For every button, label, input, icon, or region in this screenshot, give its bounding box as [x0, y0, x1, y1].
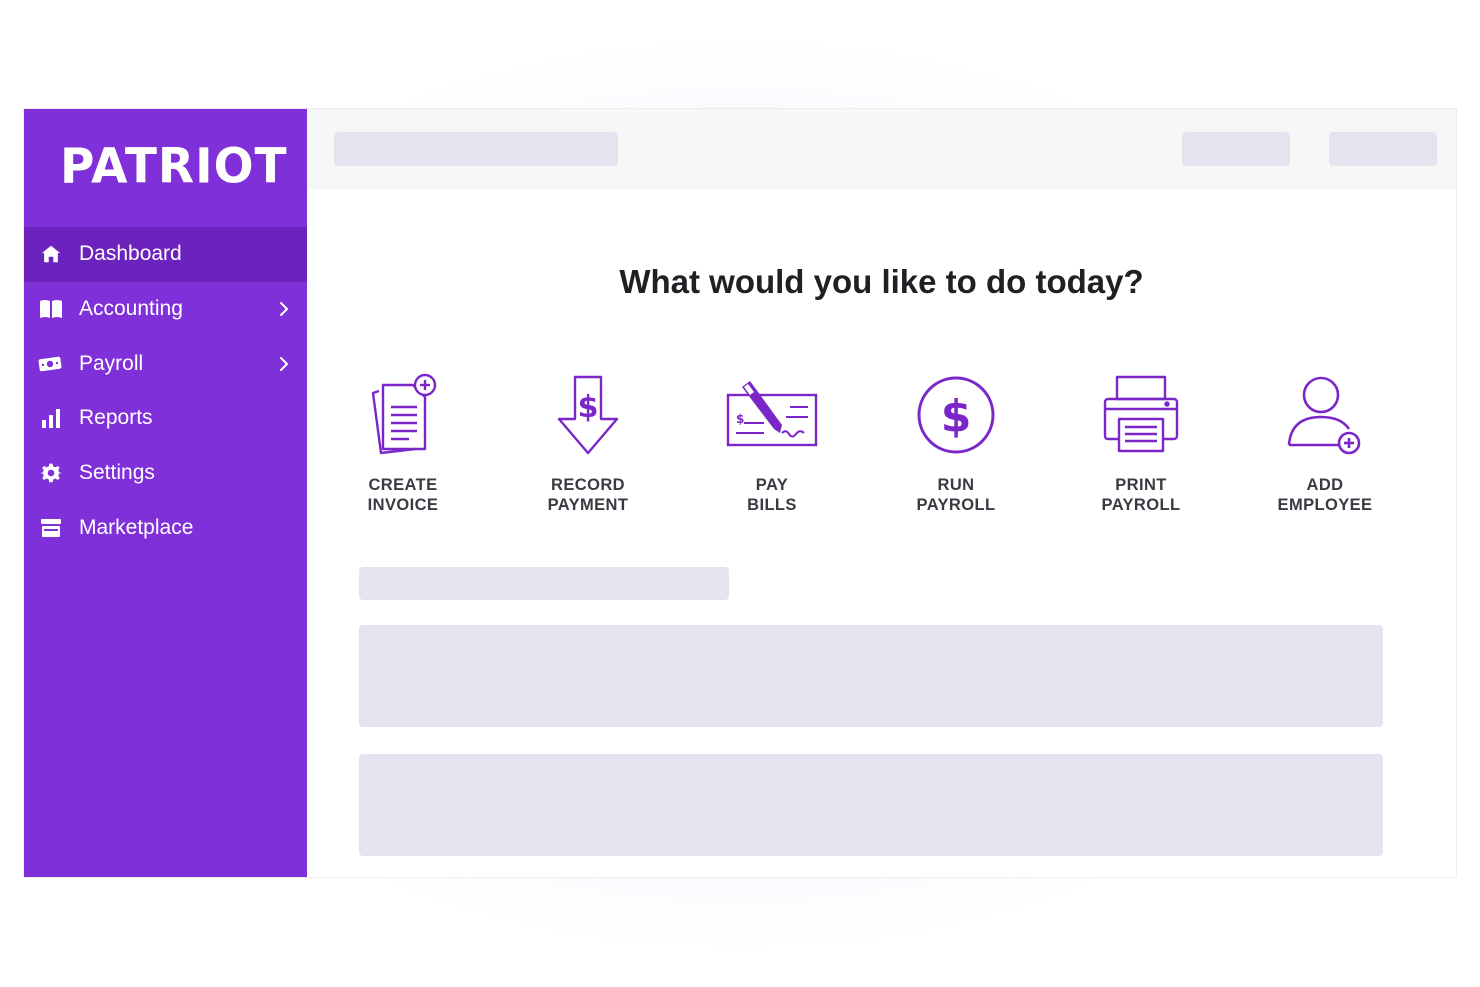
create-invoice-button[interactable]: CREATE INVOICE — [328, 367, 478, 515]
screenshot-stage: PATRIOT Dashboard Accounting Payroll Rep… — [0, 0, 1480, 987]
action-label: PRINT PAYROLL — [1101, 476, 1181, 514]
record-payment-button[interactable]: $ RECORD PAYMENT — [513, 367, 663, 515]
sidebar-item-label: Payroll — [79, 351, 144, 375]
content-card-placeholder — [359, 754, 1383, 856]
bar-chart-icon — [37, 407, 65, 429]
sidebar: PATRIOT Dashboard Accounting Payroll Rep… — [24, 109, 307, 877]
action-label: CREATE INVOICE — [367, 476, 439, 514]
action-label: RUN PAYROLL — [916, 476, 996, 514]
sidebar-item-settings[interactable]: Settings — [24, 446, 307, 501]
printer-icon — [1066, 367, 1216, 457]
content-card-placeholder — [359, 625, 1383, 727]
record-payment-icon: $ — [513, 367, 663, 457]
pay-bills-button[interactable]: $ PAY BILLS — [697, 367, 847, 515]
add-user-icon — [1250, 367, 1400, 457]
main-content: What would you like to do today? CREATE … — [307, 109, 1456, 877]
home-icon — [37, 243, 65, 265]
action-label: PAY BILLS — [747, 476, 797, 514]
svg-text:$: $ — [941, 391, 972, 442]
section-title-placeholder — [359, 567, 729, 600]
page-title: What would you like to do today? — [619, 263, 1144, 300]
check-pen-icon: $ — [697, 367, 847, 457]
sidebar-item-payroll[interactable]: Payroll — [24, 336, 307, 391]
action-label: RECORD PAYMENT — [547, 476, 629, 514]
patriot-logo[interactable]: PATRIOT — [60, 138, 288, 194]
topbar-button-placeholder[interactable] — [1329, 132, 1437, 166]
money-icon — [37, 354, 65, 374]
sidebar-item-label: Marketplace — [79, 515, 194, 539]
run-payroll-button[interactable]: $ RUN PAYROLL — [881, 367, 1031, 515]
gear-icon — [37, 462, 65, 484]
topbar-button-placeholder[interactable] — [1182, 132, 1290, 166]
svg-text:$: $ — [578, 390, 599, 425]
action-label: ADD EMPLOYEE — [1277, 476, 1373, 514]
svg-text:$: $ — [736, 412, 744, 426]
print-payroll-button[interactable]: PRINT PAYROLL — [1066, 367, 1216, 515]
sidebar-item-dashboard[interactable]: Dashboard — [24, 227, 307, 282]
store-icon — [37, 517, 65, 539]
sidebar-item-reports[interactable]: Reports — [24, 391, 307, 446]
app-window: PATRIOT Dashboard Accounting Payroll Rep… — [23, 108, 1457, 878]
sidebar-item-label: Settings — [79, 461, 155, 485]
sidebar-item-accounting[interactable]: Accounting — [24, 282, 307, 337]
sidebar-nav: Dashboard Accounting Payroll Reports Set… — [24, 227, 307, 555]
chevron-right-icon — [279, 301, 289, 317]
top-bar — [307, 109, 1456, 189]
invoice-icon — [328, 367, 478, 457]
topbar-title-placeholder — [334, 132, 618, 166]
sidebar-item-label: Dashboard — [79, 242, 182, 266]
quick-actions: CREATE INVOICE $ RECORD PAYMENT $ PAY BI… — [307, 367, 1456, 517]
dollar-circle-icon: $ — [881, 367, 1031, 457]
add-employee-button[interactable]: ADD EMPLOYEE — [1250, 367, 1400, 515]
sidebar-item-label: Accounting — [79, 297, 183, 321]
sidebar-item-marketplace[interactable]: Marketplace — [24, 500, 307, 555]
chevron-right-icon — [279, 356, 289, 372]
book-icon — [37, 298, 65, 320]
sidebar-item-label: Reports — [79, 406, 153, 430]
